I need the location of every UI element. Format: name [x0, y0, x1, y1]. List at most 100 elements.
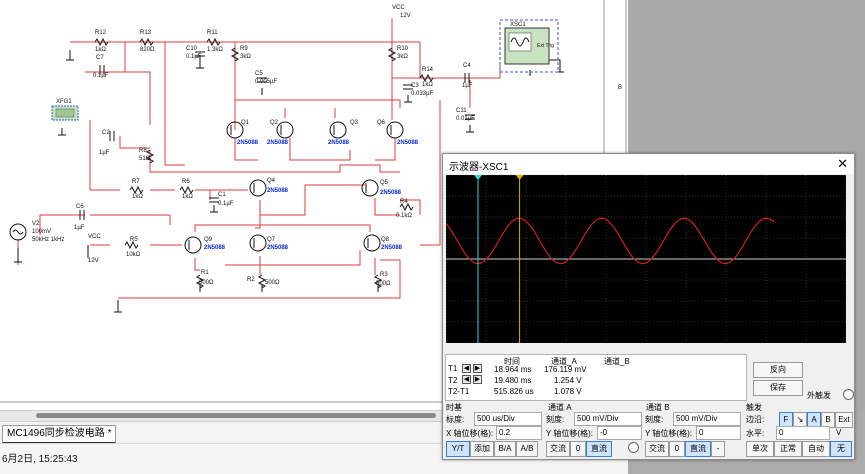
channel-b-ypos-field[interactable]: 0 — [696, 426, 741, 440]
scope-ext-trig-label: Ext Trig — [537, 43, 554, 49]
trigger-title: 触发 — [746, 403, 762, 412]
q5-model: 2N5088 — [380, 190, 402, 196]
ab-mode-button[interactable]: A/B — [516, 441, 538, 457]
t2-right-arrow-icon[interactable]: ▶ — [473, 375, 482, 384]
trigger-level-field[interactable]: 0 — [776, 426, 830, 440]
close-icon[interactable]: ✕ — [837, 156, 848, 172]
trigger-none-button[interactable]: 无 — [830, 441, 852, 457]
channel-b-zero-button[interactable]: 0 — [669, 441, 685, 457]
q1-name: Q1 — [241, 120, 250, 126]
c10-value: 0.1µF — [186, 54, 202, 60]
r3-value: 500Ω — [376, 281, 391, 287]
trigger-auto-button[interactable]: 自动 — [802, 441, 830, 457]
t1-left-arrow-icon[interactable]: ◀ — [462, 364, 471, 373]
channel-a-terminal[interactable] — [628, 442, 639, 453]
readout-t21-time: 515.826 us — [494, 387, 534, 396]
trigger-level-label: 水平: — [746, 429, 765, 438]
r12-value: 1kΩ — [95, 47, 106, 53]
yt-mode-button[interactable]: Y/T — [446, 441, 470, 457]
transistor-q5[interactable] — [361, 179, 379, 197]
channel-b-dc-button[interactable]: 直流 — [685, 441, 711, 457]
transistor-q7[interactable] — [249, 234, 267, 252]
ext-trigger-terminal[interactable] — [843, 389, 854, 400]
r5-name: R5 — [130, 237, 138, 243]
q8-model: 2N5088 — [381, 245, 403, 251]
channel-b-minus-button[interactable]: - — [711, 441, 725, 457]
reverse-button[interactable]: 反向 — [753, 362, 803, 378]
readout-t21-cha: 1.078 V — [554, 387, 582, 396]
transistor-q9[interactable] — [184, 236, 202, 254]
add-mode-button[interactable]: 添加 — [470, 441, 494, 457]
transistor-q2[interactable] — [276, 121, 294, 139]
ext-trigger-label: 外触发 — [807, 391, 831, 400]
oscilloscope-titlebar[interactable]: 示波器-XSC1 ✕ — [443, 154, 854, 174]
source-amp: 100mV — [32, 229, 51, 235]
oscilloscope-screen[interactable] — [446, 175, 846, 343]
r9-value: 3kΩ — [240, 54, 251, 60]
vcc-left-label: VCC — [88, 234, 101, 240]
trigger-source-ext-button[interactable]: Ext — [835, 412, 853, 428]
c4-name: C4 — [463, 63, 471, 69]
c3-value: 0.033µF — [411, 91, 433, 97]
r12-name: R12 — [95, 30, 107, 36]
r11-value: 1.3kΩ — [207, 47, 223, 53]
r3-name: R3 — [380, 272, 388, 278]
channel-a-ypos-field[interactable]: -0 — [597, 426, 642, 440]
q6-model: 2N5088 — [397, 140, 419, 146]
channel-a-dc-button[interactable]: 直流 — [586, 441, 612, 457]
r13-value: 820Ω — [140, 47, 155, 53]
r1-value: 500Ω — [199, 280, 214, 286]
q4-name: Q4 — [267, 178, 276, 184]
q4-model: 2N5088 — [267, 188, 289, 194]
readout-header-chb: 通道_B — [604, 357, 630, 366]
x-position-field[interactable]: 0.2 — [496, 426, 542, 440]
function-generator-xfg1[interactable] — [51, 105, 79, 121]
source-freq: 50kHz 1kHz — [32, 237, 64, 243]
trigger-normal-button[interactable]: 正常 — [774, 441, 802, 457]
q2-name: Q2 — [270, 120, 279, 126]
r13-name: R13 — [140, 30, 152, 36]
channel-a-ac-button[interactable]: 交流 — [546, 441, 570, 457]
q5-name: Q5 — [380, 180, 389, 186]
channel-a-scale-field[interactable]: 500 mV/Div — [574, 412, 642, 426]
transistor-q6[interactable] — [386, 121, 404, 139]
r4-name: R4 — [400, 199, 408, 205]
channel-b-scale-field[interactable]: 500 mV/Div — [673, 412, 741, 426]
source-v2[interactable] — [9, 223, 27, 241]
channel-a-title: 通道 A — [548, 403, 572, 412]
c10-name: C10 — [186, 46, 198, 52]
transistor-q3[interactable] — [329, 121, 347, 139]
tab-circuit[interactable]: MC1496同步检波电路 * — [2, 425, 117, 444]
c7-name: C7 — [96, 55, 104, 61]
save-button[interactable]: 保存 — [753, 380, 803, 396]
q6-name: Q6 — [377, 120, 386, 126]
c3-name: C3 — [411, 83, 419, 89]
transistor-q8[interactable] — [363, 234, 381, 252]
readout-t1-label: T1 — [448, 364, 458, 373]
t2-left-arrow-icon[interactable]: ◀ — [462, 375, 471, 384]
c4-value: 1µF — [462, 83, 473, 89]
horizontal-scroll-thumb[interactable] — [36, 413, 436, 418]
channel-a-zero-button[interactable]: 0 — [570, 441, 586, 457]
readout-t2-cha: 1.254 V — [554, 376, 582, 385]
c1-name: C1 — [218, 192, 226, 198]
cursor-readout: 时间 通道_A 通道_B T1 ◀ ▶ 18.964 ms 176.119 mV… — [445, 354, 747, 401]
channel-b-ac-button[interactable]: 交流 — [645, 441, 669, 457]
t1-right-arrow-icon[interactable]: ▶ — [473, 364, 482, 373]
c5-name: C5 — [255, 71, 263, 77]
readout-t21-label: T2-T1 — [448, 387, 470, 396]
channel-b-scale-label: 刻度: — [645, 415, 664, 424]
trigger-edge-label: 边沿: — [746, 415, 765, 424]
source-name: V2 — [32, 221, 40, 227]
r1-name: R1 — [201, 270, 209, 276]
trigger-single-button[interactable]: 单次 — [746, 441, 774, 457]
r5-value: 10kΩ — [126, 252, 141, 258]
trigger-level-unit: V — [836, 428, 842, 437]
transistor-q4[interactable] — [249, 179, 267, 197]
r6-name: R6 — [182, 179, 190, 185]
ba-mode-button[interactable]: B/A — [494, 441, 516, 457]
channel-b-title: 通道 B — [646, 403, 670, 412]
c6-name: C6 — [76, 204, 84, 210]
q9-model: 2N5088 — [204, 245, 226, 251]
timebase-scale-field[interactable]: 500 us/Div — [474, 412, 542, 426]
